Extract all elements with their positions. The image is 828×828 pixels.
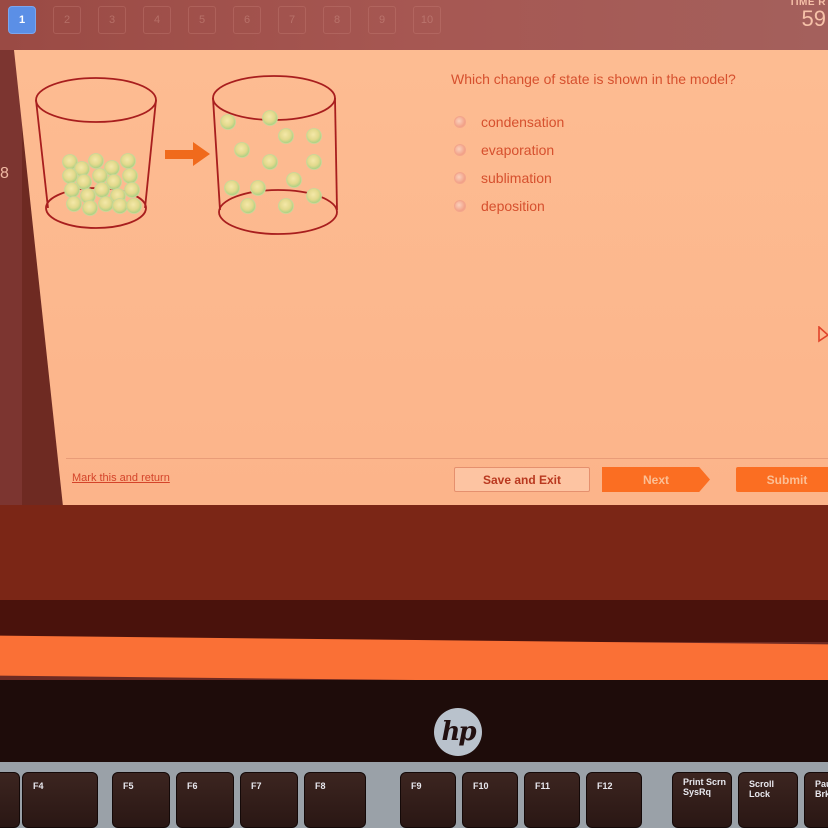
key-f12[interactable]: F12 — [586, 772, 642, 828]
left-container — [35, 77, 157, 229]
particle — [66, 196, 82, 212]
question-nav-1[interactable]: 1 — [8, 6, 36, 34]
key-f5[interactable]: F5 — [112, 772, 170, 828]
hp-logo: hp — [434, 708, 482, 756]
question-nav-3[interactable]: 3 — [98, 6, 126, 34]
particle — [94, 182, 110, 198]
key-scroll-lock[interactable]: Scroll Lock — [738, 772, 798, 828]
option-evaporation[interactable]: evaporation — [454, 136, 564, 164]
question-nav-5[interactable]: 5 — [188, 6, 216, 34]
left-sidebar: 8 — [0, 50, 22, 510]
top-bar: 1 2 3 4 5 6 7 8 9 10 TIME R 59 — [0, 0, 828, 50]
particle — [234, 142, 250, 158]
sidebar-number: 8 — [0, 165, 9, 182]
question-nav-7[interactable]: 7 — [278, 6, 306, 34]
radio-button[interactable] — [454, 172, 466, 184]
key-f8[interactable]: F8 — [304, 772, 366, 828]
key-f3[interactable] — [0, 772, 20, 828]
particle — [262, 110, 278, 126]
time-remaining: TIME R 59 — [789, 0, 826, 30]
particle — [240, 198, 256, 214]
key-f4[interactable]: F4 — [22, 772, 98, 828]
option-label: sublimation — [481, 170, 552, 186]
state-change-diagram — [35, 75, 338, 235]
mark-and-return-link[interactable]: Mark this and return — [72, 472, 170, 484]
option-deposition[interactable]: deposition — [454, 192, 564, 220]
key-f7[interactable]: F7 — [240, 772, 298, 828]
particle — [278, 198, 294, 214]
key-f6[interactable]: F6 — [176, 772, 234, 828]
particle — [306, 188, 322, 204]
footer-divider — [66, 458, 828, 459]
question-nav-6[interactable]: 6 — [233, 6, 261, 34]
particle — [224, 180, 240, 196]
screen-bezel — [0, 505, 828, 605]
answer-options: condensation evaporation sublimation dep… — [454, 108, 564, 220]
question-nav-4[interactable]: 4 — [143, 6, 171, 34]
key-f9[interactable]: F9 — [400, 772, 456, 828]
question-navigation: 1 2 3 4 5 6 7 8 9 10 — [8, 6, 451, 34]
particle — [122, 168, 138, 184]
particle — [98, 196, 114, 212]
particle — [120, 153, 136, 169]
screen-edge-strip — [0, 635, 828, 685]
right-arrow-icon — [165, 142, 210, 166]
submit-button[interactable]: Submit — [736, 467, 828, 492]
radio-button[interactable] — [454, 116, 466, 128]
question-nav-2[interactable]: 2 — [53, 6, 81, 34]
particle — [262, 154, 278, 170]
option-label: evaporation — [481, 142, 555, 158]
particle — [62, 168, 78, 184]
mouse-cursor-icon — [818, 326, 828, 343]
particle — [220, 114, 236, 130]
radio-button[interactable] — [454, 144, 466, 156]
key-f11[interactable]: F11 — [524, 772, 580, 828]
packed-particles — [62, 153, 142, 216]
particle — [286, 172, 302, 188]
particle — [250, 180, 266, 196]
particle — [64, 182, 80, 198]
option-label: condensation — [481, 114, 565, 130]
particle — [306, 128, 322, 144]
right-container — [212, 75, 338, 235]
spread-particles — [220, 110, 322, 214]
particle — [306, 154, 322, 170]
screen-bottom-bezel — [0, 600, 828, 642]
timer-value: 59 — [801, 6, 826, 31]
key-pause-break[interactable]: Pau Brk — [804, 772, 828, 828]
question-text: Which change of state is shown in the mo… — [451, 71, 736, 87]
particle — [126, 198, 142, 214]
question-nav-8[interactable]: 8 — [323, 6, 351, 34]
option-sublimation[interactable]: sublimation — [454, 164, 564, 192]
key-f10[interactable]: F10 — [462, 772, 518, 828]
particle — [124, 182, 140, 198]
save-and-exit-button[interactable]: Save and Exit — [454, 467, 590, 492]
particle — [112, 198, 128, 214]
option-condensation[interactable]: condensation — [454, 108, 564, 136]
particle — [88, 153, 104, 169]
particle — [278, 128, 294, 144]
next-button[interactable]: Next — [602, 467, 710, 492]
option-label: deposition — [481, 198, 545, 214]
key-print-screen[interactable]: Print Scrn SysRq — [672, 772, 732, 828]
particle — [82, 200, 98, 216]
particle — [92, 168, 108, 184]
radio-button[interactable] — [454, 200, 466, 212]
question-nav-9[interactable]: 9 — [368, 6, 396, 34]
question-nav-10[interactable]: 10 — [413, 6, 441, 34]
